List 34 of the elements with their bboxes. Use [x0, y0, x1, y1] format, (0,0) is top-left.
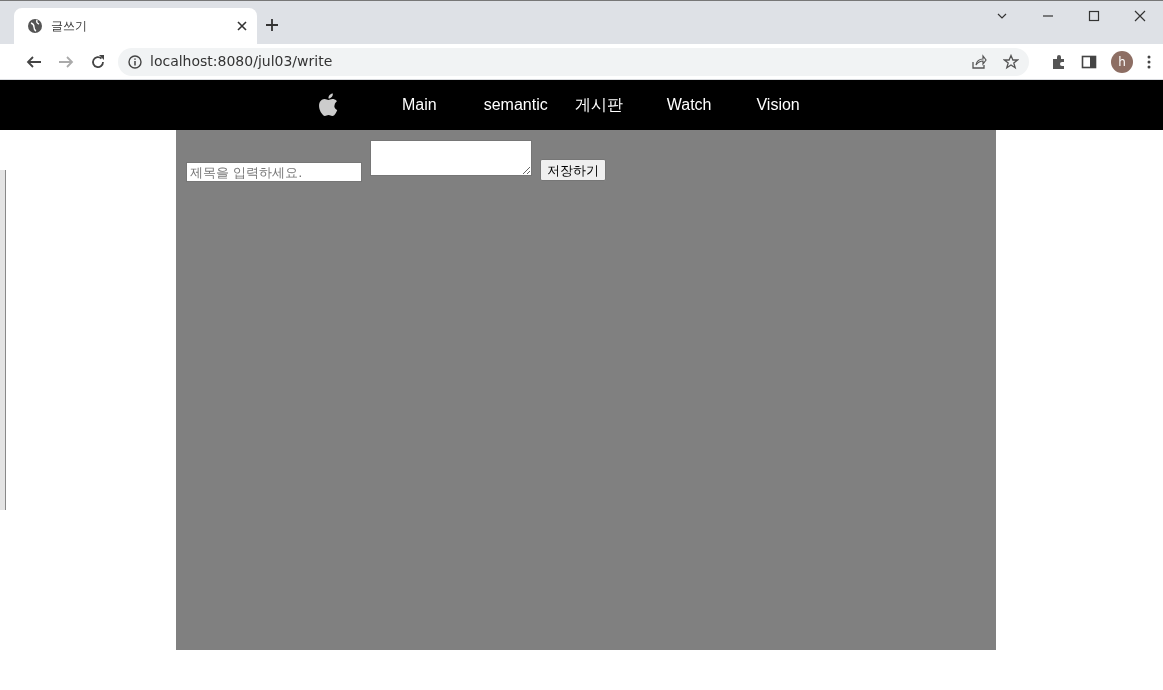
share-icon	[971, 53, 987, 70]
nav-link[interactable]: semantic	[483, 93, 548, 117]
close-icon	[1134, 10, 1146, 22]
new-tab-button[interactable]	[265, 18, 279, 32]
nav-link[interactable]: Watch	[666, 93, 712, 117]
forward-arrow-icon	[58, 53, 74, 70]
nav-link[interactable]: Vision	[756, 93, 800, 117]
nav-link[interactable]: 게시판	[574, 93, 623, 117]
extensions-button[interactable]	[1051, 53, 1067, 70]
tab-title: 글쓰기	[51, 18, 88, 35]
menu-icon	[1147, 54, 1151, 69]
title-input[interactable]: 제목을 입력하세요.	[186, 162, 362, 182]
nav-link[interactable]: Main	[402, 93, 437, 117]
side-panel-icon	[1081, 53, 1097, 70]
side-panel-button[interactable]	[1081, 53, 1097, 70]
share-button[interactable]	[971, 53, 987, 70]
reload-icon	[90, 53, 106, 70]
star-icon	[1003, 53, 1019, 70]
close-icon	[237, 21, 247, 31]
globe-icon	[27, 18, 43, 34]
close-tab-button[interactable]	[237, 21, 247, 31]
save-button[interactable]: 저장하기	[540, 159, 606, 181]
plus-icon	[265, 18, 279, 32]
back-arrow-icon	[26, 53, 42, 70]
url-text: localhost:8080/jul03/write	[150, 52, 334, 71]
puzzle-icon	[1051, 53, 1067, 70]
browser-tab[interactable]: 글쓰기	[14, 8, 257, 44]
menu-button[interactable]	[1147, 54, 1151, 69]
info-icon	[128, 54, 142, 69]
profile-avatar[interactable]: h	[1111, 50, 1133, 73]
content-textarea[interactable]	[370, 140, 532, 176]
address-bar[interactable]: localhost:8080/jul03/write	[118, 47, 1029, 76]
maximize-icon	[1088, 10, 1100, 22]
bookmark-button[interactable]	[1003, 53, 1019, 70]
